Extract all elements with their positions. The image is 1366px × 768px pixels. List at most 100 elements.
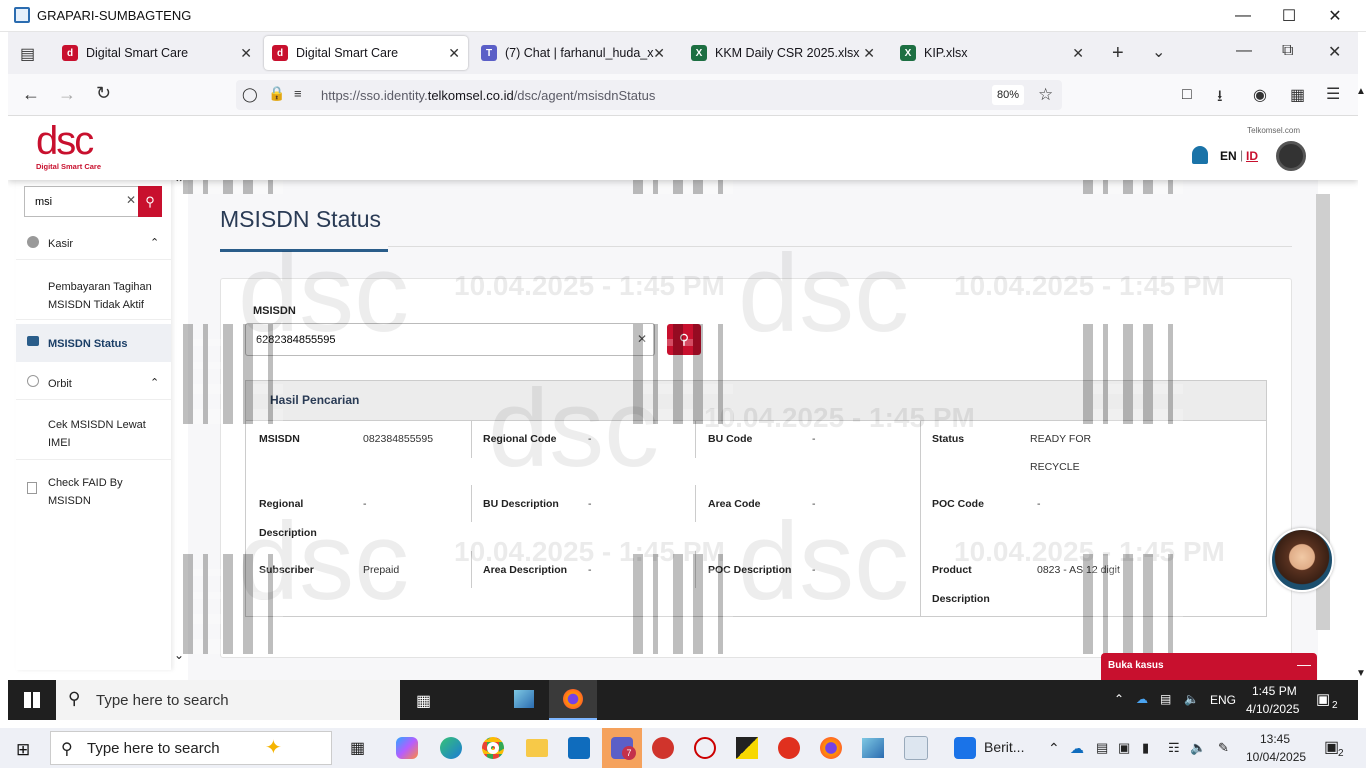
new-tab-icon[interactable]: + (1112, 42, 1124, 65)
news-icon[interactable] (954, 737, 976, 759)
outlook-icon[interactable] (568, 737, 590, 759)
telkomsel-link[interactable]: Telkomsel.com (1247, 126, 1300, 135)
clock-time[interactable]: 13:45 (1260, 732, 1290, 746)
host-search-box[interactable]: ⚲ Type here to search ✦ (50, 731, 332, 765)
clock-date[interactable]: 10/04/2025 (1246, 750, 1306, 764)
account-icon[interactable]: ◉ (1253, 85, 1267, 105)
close-inner-icon[interactable]: ✕ (1328, 42, 1341, 62)
clock-date[interactable]: 4/10/2025 (1246, 702, 1299, 716)
app-icon-remote[interactable] (514, 690, 534, 708)
back-icon[interactable]: ← (22, 84, 40, 105)
close-icon[interactable]: ✕ (448, 45, 460, 62)
notification-icon[interactable]: ▣ (1324, 737, 1339, 757)
remote-app-icon[interactable] (862, 738, 884, 758)
permissions-icon[interactable]: ≡ (294, 86, 302, 101)
close-icon[interactable]: ✕ (653, 45, 665, 62)
task-view-icon[interactable]: ▦ (350, 738, 365, 758)
anydesk-icon[interactable] (652, 737, 674, 759)
zoom-level[interactable]: 80% (992, 85, 1024, 105)
sidebar: ✕ ⚲ Kasir ⌃ Pembayaran Tagihan MSISDN Ti… (16, 176, 184, 670)
window-scroll-up-icon[interactable]: ▲ (1356, 86, 1366, 97)
tray-chevron-icon[interactable]: ⌃ (1114, 692, 1124, 706)
sidebar-item-check-faid[interactable]: Check FAID By MSISDN (16, 464, 171, 518)
msisdn-input[interactable] (245, 323, 655, 356)
wifi-icon[interactable]: ☶ (1168, 740, 1180, 756)
close-button[interactable]: ✕ (1312, 0, 1358, 32)
pen-icon[interactable]: ✎ (1218, 740, 1229, 756)
sidebar-item-orbit[interactable]: Orbit ⌃ (16, 366, 171, 400)
battery-icon[interactable]: ▮ (1142, 740, 1149, 756)
firefox-taskbar-item[interactable] (549, 680, 597, 720)
snipping-icon[interactable] (694, 737, 716, 759)
volume-icon[interactable]: 🔈 (1190, 740, 1206, 756)
extensions-icon[interactable]: ▦ (1290, 85, 1305, 105)
menu-icon[interactable]: ☰ (1326, 84, 1340, 104)
usb-icon[interactable]: ▤ (1096, 740, 1108, 756)
copilot-icon[interactable] (396, 737, 418, 759)
url-text[interactable]: https://sso.identity.telkomsel.co.id/dsc… (321, 88, 655, 103)
restore-inner-icon[interactable]: ⧉ (1282, 42, 1293, 60)
download-icon[interactable]: ⭳ (1217, 85, 1223, 112)
sticky-notes-icon[interactable] (736, 737, 758, 759)
close-icon[interactable]: ✕ (1072, 45, 1084, 62)
clock-time[interactable]: 1:45 PM (1252, 684, 1297, 698)
windows-start-icon[interactable] (24, 692, 40, 708)
news-label[interactable]: Berit... (984, 739, 1024, 755)
user-avatar-icon[interactable] (1276, 141, 1306, 171)
bookmark-star-icon[interactable]: ☆ (1038, 85, 1053, 105)
edge-icon[interactable] (440, 737, 462, 759)
firefox-icon[interactable] (820, 737, 842, 759)
lock-icon[interactable]: 🔒 (268, 85, 285, 102)
close-icon[interactable]: ✕ (240, 45, 252, 62)
task-view-icon[interactable]: ▦ (416, 691, 431, 711)
minimize-icon[interactable]: — (1297, 656, 1311, 672)
forward-icon[interactable]: → (58, 84, 76, 105)
buka-kasus-button[interactable]: Buka kasus — (1101, 653, 1317, 680)
wps-icon[interactable] (778, 737, 800, 759)
bell-icon[interactable] (1192, 146, 1208, 164)
onedrive-icon[interactable]: ☁ (1070, 740, 1084, 757)
file-explorer-icon[interactable] (526, 739, 548, 757)
sidebar-item-cek-imei[interactable]: Cek MSISDN Lewat IMEI (16, 406, 171, 460)
maximize-button[interactable]: ☐ (1266, 0, 1312, 32)
tab-kip[interactable]: X KIP.xlsx ✕ (892, 36, 1092, 70)
window-scroll-down-icon[interactable]: ▼ (1356, 668, 1366, 679)
tab-dsc-2[interactable]: d Digital Smart Care ✕ (264, 36, 468, 70)
tab-overview-icon[interactable]: ▤ (20, 44, 35, 64)
lang-id[interactable]: ID (1246, 149, 1258, 163)
close-icon[interactable]: ✕ (863, 45, 875, 62)
notification-icon[interactable]: ▣ (1316, 690, 1330, 708)
dsc-logo[interactable]: dsc Digital Smart Care (36, 121, 101, 171)
tab-dsc-1[interactable]: d Digital Smart Care ✕ (54, 36, 260, 70)
subscriber-value: Prepaid (363, 564, 400, 576)
lang-en[interactable]: EN (1220, 149, 1237, 163)
search-button[interactable]: ⚲ (138, 186, 162, 217)
assistant-avatar[interactable] (1270, 528, 1334, 592)
volume-icon[interactable]: 🔈 (1184, 692, 1199, 706)
url-bar[interactable]: ◯ 🔒 ≡ https://sso.identity.telkomsel.co.… (236, 80, 1062, 110)
col-divider (471, 551, 472, 588)
sidebar-search-input[interactable] (24, 186, 140, 217)
minimize-button[interactable]: — (1220, 0, 1266, 32)
security-icon[interactable]: ▣ (1118, 740, 1130, 756)
language-indicator[interactable]: ENG (1210, 693, 1236, 707)
network-icon[interactable]: ▤ (1160, 692, 1171, 706)
onedrive-icon[interactable]: ☁ (1136, 692, 1148, 706)
chrome-icon[interactable] (482, 737, 504, 759)
clear-icon[interactable]: ✕ (126, 193, 136, 207)
shield-icon[interactable]: ◯ (242, 86, 258, 103)
teams-taskbar-item[interactable]: 7 (602, 728, 642, 768)
sidebar-item-kasir[interactable]: Kasir ⌃ (16, 226, 171, 260)
minimize-inner-icon[interactable]: — (1236, 42, 1252, 60)
rdp-icon[interactable] (904, 736, 928, 760)
reload-icon[interactable]: ↻ (96, 83, 111, 104)
tab-teams-chat[interactable]: T (7) Chat | farhanul_huda_x | M ✕ (473, 36, 673, 70)
pocket-icon[interactable]: □ (1182, 86, 1192, 104)
tab-kkm-daily[interactable]: X KKM Daily CSR 2025.xlsx ✕ (683, 36, 883, 70)
sidebar-item-pembayaran[interactable]: Pembayaran Tagihan MSISDN Tidak Aktif (16, 266, 171, 320)
remote-search-box[interactable]: ⚲ Type here to search (56, 680, 400, 720)
chevron-down-icon[interactable]: ⌄ (1152, 42, 1165, 62)
tray-chevron-icon[interactable]: ⌃ (1048, 740, 1060, 757)
sidebar-item-msisdn-status[interactable]: MSISDN Status (16, 324, 171, 362)
windows-start-icon[interactable]: ⊞ (16, 740, 30, 760)
